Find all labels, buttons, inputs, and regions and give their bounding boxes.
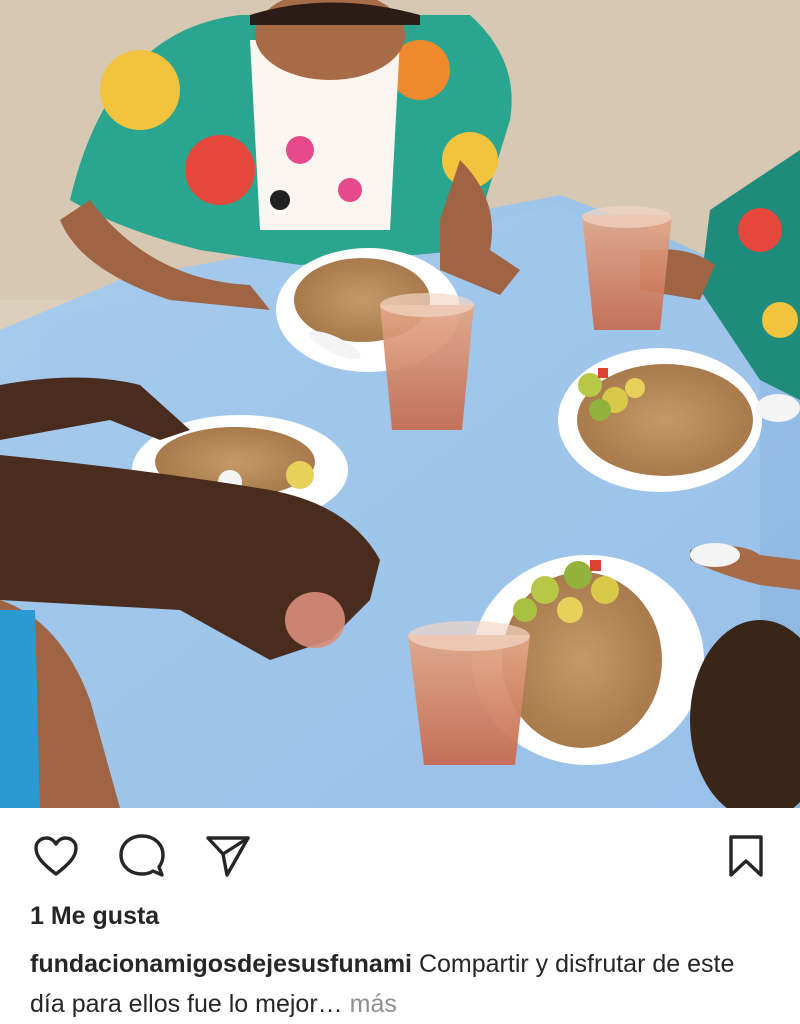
post-photo[interactable] [0,0,800,808]
post-caption: fundacionamigosdejesusfunami Compartir y… [30,944,775,1024]
caption-more-link[interactable]: más [350,990,397,1018]
save-button[interactable] [722,832,770,880]
share-button[interactable] [204,832,252,880]
comment-bubble-icon [119,834,165,877]
bookmark-outline-icon [729,835,763,877]
post-photo-illustration [0,0,800,808]
heart-outline-icon [34,836,78,876]
like-button[interactable] [32,832,80,880]
likes-count[interactable]: 1 Me gusta [30,902,159,931]
comment-button[interactable] [118,832,166,880]
paper-plane-icon [206,836,250,877]
post-action-bar [0,808,800,898]
caption-username[interactable]: fundacionamigosdejesusfunami [30,950,412,978]
